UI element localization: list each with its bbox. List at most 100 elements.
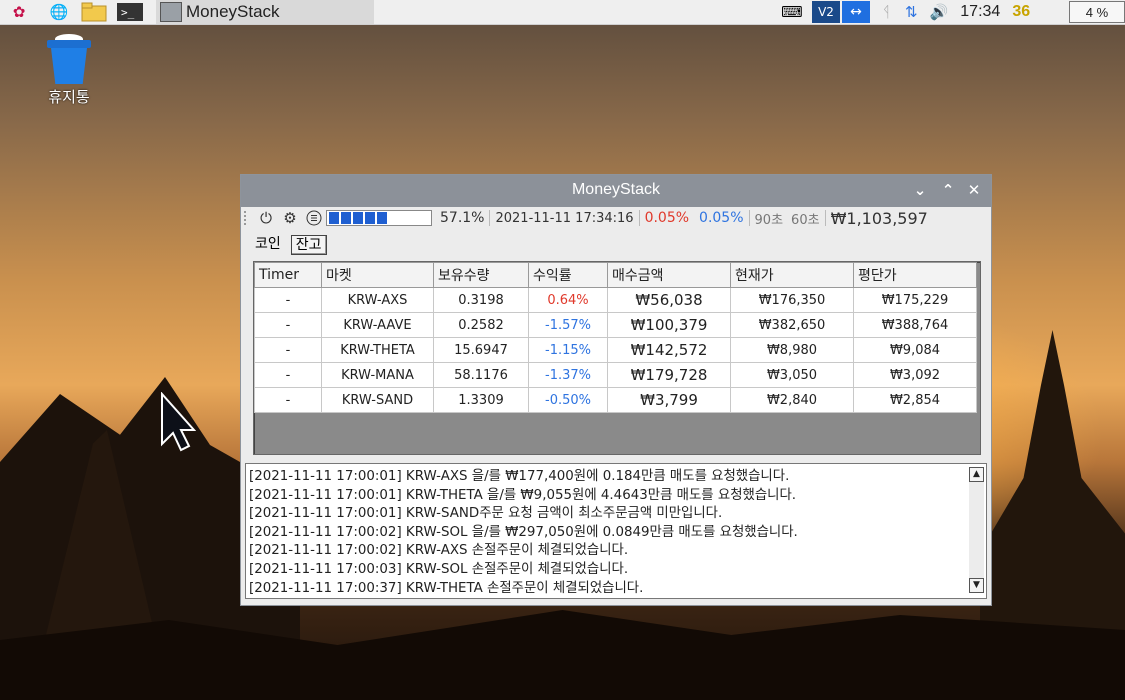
volume-icon[interactable]: 🔊 xyxy=(930,3,949,21)
power-button[interactable]: ⏻ xyxy=(256,208,276,228)
log-line: [2021-11-11 17:00:02] KRW-SOL 을/를 ₩297,0… xyxy=(249,524,798,540)
cell-timer: - xyxy=(254,362,322,388)
cell-buy-amount: ₩142,572 xyxy=(607,337,731,363)
globe-icon[interactable]: 🌐 xyxy=(46,1,72,23)
toolbar-grip[interactable] xyxy=(244,211,252,225)
maximize-button[interactable]: ⌃ xyxy=(939,181,957,199)
tab-balance[interactable]: 잔고 xyxy=(290,235,327,255)
cell-buy-amount: ₩3,799 xyxy=(607,387,731,413)
col-header-market[interactable]: 마켓 xyxy=(321,262,434,288)
cell-qty: 0.2582 xyxy=(433,312,529,338)
cell-qty: 1.3309 xyxy=(433,387,529,413)
keyboard-icon[interactable]: ⌨ xyxy=(780,3,804,21)
cell-current-price: ₩382,650 xyxy=(730,312,854,338)
table-row[interactable]: - KRW-MANA 58.1176 -1.37% ₩179,728 ₩3,05… xyxy=(254,362,977,388)
table-row[interactable]: - KRW-AXS 0.3198 0.64% ₩56,038 ₩176,350 … xyxy=(254,287,977,313)
cell-buy-amount: ₩100,379 xyxy=(607,312,731,338)
progress-bar xyxy=(326,210,432,226)
desktop-trash[interactable]: 휴지통 xyxy=(40,34,98,107)
window-title: MoneyStack xyxy=(571,181,661,198)
log-line: [2021-11-11 17:00:01] KRW-THETA 을/를 ₩9,0… xyxy=(249,487,797,503)
cell-return: -1.57% xyxy=(528,312,608,338)
cell-current-price: ₩2,840 xyxy=(730,387,854,413)
timer-1: 90초 xyxy=(754,212,784,228)
cell-timer: - xyxy=(254,387,322,413)
cell-qty: 15.6947 xyxy=(433,337,529,363)
log-line: [2021-11-11 17:00:02] KRW-AXS 손절주문이 체결되었… xyxy=(249,543,629,559)
minimize-button[interactable]: ⌄ xyxy=(911,181,929,199)
taskbar: ✿ 🌐 >_ MoneyStack ⌨ V2 ↔ ᛩ ⇅ 🔊 17:34 36 … xyxy=(0,0,1125,25)
cell-current-price: ₩8,980 xyxy=(730,337,854,363)
cell-return: -1.15% xyxy=(528,337,608,363)
log-scrollbar[interactable]: ▲ ▼ xyxy=(969,467,984,593)
cell-buy-amount: ₩56,038 xyxy=(607,287,731,313)
taskbar-task-label: MoneyStack xyxy=(186,2,280,21)
raspberry-icon[interactable]: ✿ xyxy=(6,1,32,23)
log-textarea[interactable]: [2021-11-11 17:00:01] KRW-AXS 을/를 ₩177,4… xyxy=(245,463,987,599)
cell-current-price: ₩176,350 xyxy=(730,287,854,313)
vnc-icon[interactable]: V2 xyxy=(812,1,840,23)
clock[interactable]: 17:34 xyxy=(960,3,1000,21)
cell-market: KRW-SAND xyxy=(321,387,434,413)
scroll-up-arrow-icon[interactable]: ▲ xyxy=(969,467,984,482)
col-header-buy-amount[interactable]: 매수금액 xyxy=(607,262,731,288)
balance-table: Timer 마켓 보유수량 수익률 매수금액 현재가 평단가 - KRW-AXS… xyxy=(254,262,977,413)
cpu-monitor[interactable]: 4 % xyxy=(1069,1,1125,23)
cell-qty: 0.3198 xyxy=(433,287,529,313)
app-window-icon xyxy=(160,2,182,22)
log-line: [2021-11-11 17:00:37] KRW-THETA 손절주문이 체결… xyxy=(249,580,644,596)
list-button[interactable] xyxy=(304,208,324,228)
cell-avg-price: ₩9,084 xyxy=(853,337,977,363)
teamviewer-icon[interactable]: ↔ xyxy=(842,1,870,23)
tray: ⌨ V2 ↔ ᛩ ⇅ 🔊 17:34 36 xyxy=(780,0,1030,24)
network-icon[interactable]: ⇅ xyxy=(905,3,918,21)
cell-avg-price: ₩388,764 xyxy=(853,312,977,338)
scroll-down-arrow-icon[interactable]: ▼ xyxy=(969,578,984,593)
terminal-icon[interactable]: >_ xyxy=(116,1,144,23)
cell-market: KRW-AAVE xyxy=(321,312,434,338)
cell-return: -1.37% xyxy=(528,362,608,388)
svg-text:>_: >_ xyxy=(121,6,135,19)
trash-icon xyxy=(47,34,91,84)
log-line: [2021-11-11 17:00:03] KRW-SOL 손절주문이 체결되었… xyxy=(249,561,629,577)
settings-button[interactable]: ⚙ xyxy=(280,208,300,228)
progress-percent: 57.1% xyxy=(440,210,485,226)
fee-rate-blue: 0.05% xyxy=(699,210,744,226)
toolbar: ⏻ ⚙ 57.1% 2021-11-11 17:34:16 0.05% 0.05… xyxy=(241,207,989,229)
cell-current-price: ₩3,050 xyxy=(730,362,854,388)
log-line: [2021-11-11 17:00:01] KRW-SAND주문 요청 금액이 … xyxy=(249,506,723,522)
moneystack-window: MoneyStack ⌄ ⌃ ✕ ⏻ ⚙ 57.1% 2021-11-11 17… xyxy=(240,174,992,606)
cell-buy-amount: ₩179,728 xyxy=(607,362,731,388)
taskbar-task-moneystack[interactable]: MoneyStack xyxy=(156,0,374,24)
cell-timer: - xyxy=(254,337,322,363)
tab-coin[interactable]: 코인 xyxy=(251,235,285,253)
col-header-current-price[interactable]: 현재가 xyxy=(730,262,854,288)
cell-market: KRW-THETA xyxy=(321,337,434,363)
cell-avg-price: ₩2,854 xyxy=(853,387,977,413)
cell-timer: - xyxy=(254,287,322,313)
log-line: [2021-11-11 17:00:01] KRW-AXS 을/를 ₩177,4… xyxy=(249,469,790,484)
fee-rate-red: 0.05% xyxy=(644,210,690,226)
log-lines: [2021-11-11 17:00:01] KRW-AXS 을/를 ₩177,4… xyxy=(249,468,798,598)
table-row[interactable]: - KRW-THETA 15.6947 -1.15% ₩142,572 ₩8,9… xyxy=(254,337,977,363)
close-button[interactable]: ✕ xyxy=(965,181,983,199)
folder-icon[interactable] xyxy=(80,1,108,23)
cell-return: 0.64% xyxy=(528,287,608,313)
table-row[interactable]: - KRW-SAND 1.3309 -0.50% ₩3,799 ₩2,840 ₩… xyxy=(254,387,977,413)
cell-market: KRW-AXS xyxy=(321,287,434,313)
temperature: 36 xyxy=(1012,3,1031,20)
cell-return: -0.50% xyxy=(528,387,608,413)
cell-avg-price: ₩3,092 xyxy=(853,362,977,388)
window-titlebar[interactable]: MoneyStack ⌄ ⌃ ✕ xyxy=(241,175,991,207)
cell-timer: - xyxy=(254,312,322,338)
col-header-return[interactable]: 수익률 xyxy=(528,262,608,288)
col-header-avg-price[interactable]: 평단가 xyxy=(853,262,977,288)
cell-qty: 58.1176 xyxy=(433,362,529,388)
col-header-qty[interactable]: 보유수량 xyxy=(433,262,529,288)
tab-bar: 코인 잔고 xyxy=(251,235,333,255)
bluetooth-icon[interactable]: ᛩ xyxy=(882,3,891,21)
cell-avg-price: ₩175,229 xyxy=(853,287,977,313)
col-header-timer[interactable]: Timer xyxy=(254,262,322,288)
table-row[interactable]: - KRW-AAVE 0.2582 -1.57% ₩100,379 ₩382,6… xyxy=(254,312,977,338)
total-balance: ₩1,103,597 xyxy=(830,208,928,228)
